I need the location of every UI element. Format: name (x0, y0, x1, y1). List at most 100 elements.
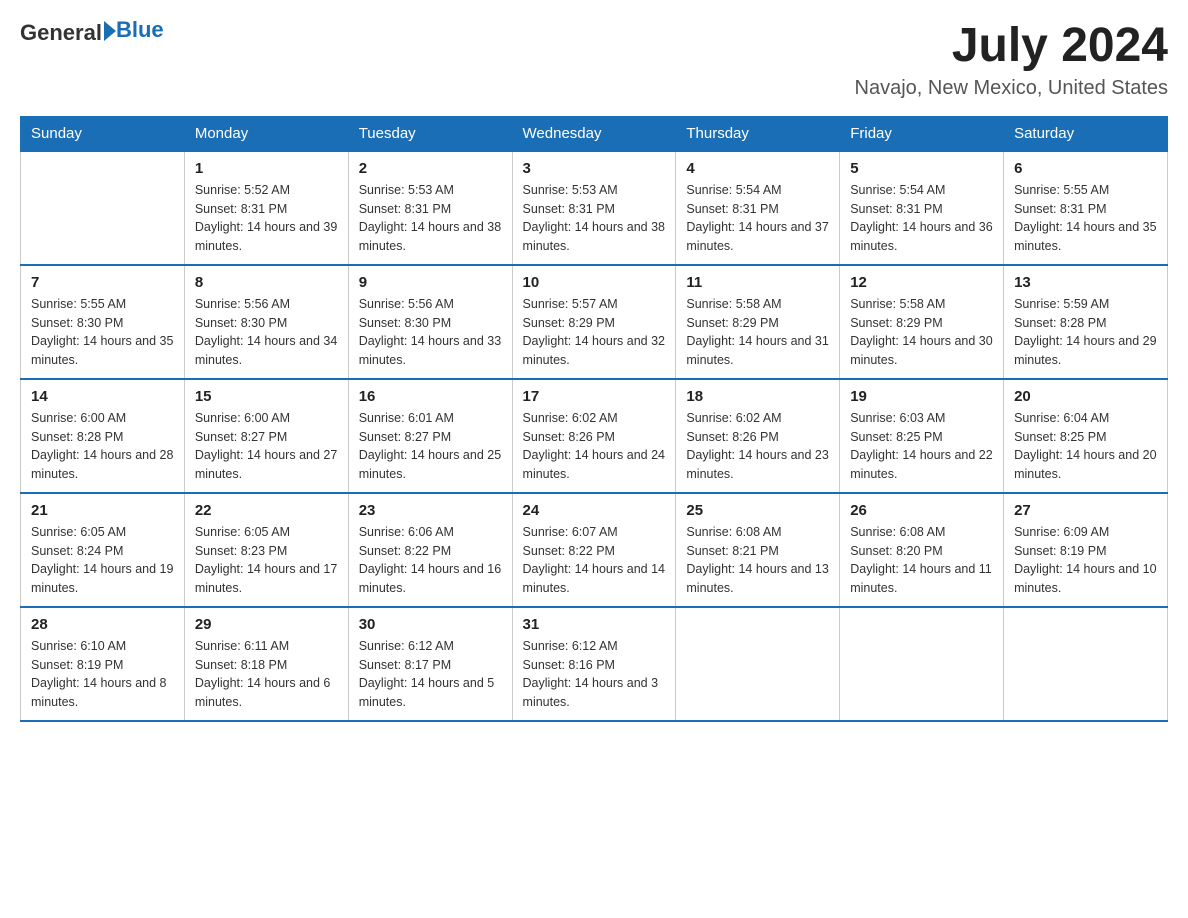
day-number: 11 (686, 274, 829, 291)
day-info: Sunrise: 6:03 AMSunset: 8:25 PMDaylight:… (850, 409, 993, 484)
day-number: 27 (1014, 502, 1157, 519)
calendar-cell: 31Sunrise: 6:12 AMSunset: 8:16 PMDayligh… (512, 607, 676, 721)
day-number: 3 (523, 160, 666, 177)
month-title: July 2024 (855, 20, 1168, 73)
calendar-cell: 29 Sunrise: 6:11 AMSunset: 8:18 PMDayligh… (184, 607, 348, 721)
day-info: Sunrise: 6:00 AMSunset: 8:28 PMDaylight:… (31, 409, 174, 484)
calendar-cell: 1 Sunrise: 5:52 AMSunset: 8:31 PMDaylight… (184, 151, 348, 265)
day-info: Sunrise: 6:02 AMSunset: 8:26 PMDaylight:… (523, 409, 666, 484)
calendar-cell: 3 Sunrise: 5:53 AMSunset: 8:31 PMDaylight… (512, 151, 676, 265)
calendar-cell: 19 Sunrise: 6:03 AMSunset: 8:25 PMDayligh… (840, 379, 1004, 493)
calendar-cell: 2 Sunrise: 5:53 AMSunset: 8:31 PMDaylight… (348, 151, 512, 265)
day-info: Sunrise: 5:55 AMSunset: 8:30 PMDaylight:… (31, 295, 174, 370)
calendar-cell (21, 151, 185, 265)
day-info: Sunrise: 5:59 AMSunset: 8:28 PMDaylight:… (1014, 295, 1157, 370)
day-info: Sunrise: 6:05 AMSunset: 8:24 PMDaylight:… (31, 523, 174, 598)
weekday-header-thursday: Thursday (676, 116, 840, 151)
day-number: 5 (850, 160, 993, 177)
day-number: 26 (850, 502, 993, 519)
day-number: 7 (31, 274, 174, 291)
logo-arrow-icon (104, 21, 116, 41)
day-number: 20 (1014, 388, 1157, 405)
day-info: Sunrise: 6:00 AMSunset: 8:27 PMDaylight:… (195, 409, 338, 484)
day-number: 6 (1014, 160, 1157, 177)
day-number: 19 (850, 388, 993, 405)
calendar-cell: 6 Sunrise: 5:55 AMSunset: 8:31 PMDaylight… (1004, 151, 1168, 265)
day-info: Sunrise: 6:11 AMSunset: 8:18 PMDaylight:… (195, 637, 338, 712)
calendar-cell: 14 Sunrise: 6:00 AMSunset: 8:28 PMDayligh… (21, 379, 185, 493)
weekday-header-friday: Friday (840, 116, 1004, 151)
calendar-cell (840, 607, 1004, 721)
calendar-cell (676, 607, 840, 721)
day-number: 18 (686, 388, 829, 405)
day-number: 21 (31, 502, 174, 519)
day-number: 4 (686, 160, 829, 177)
calendar-week-row: 7 Sunrise: 5:55 AMSunset: 8:30 PMDaylight… (21, 265, 1168, 379)
day-number: 8 (195, 274, 338, 291)
calendar-cell: 4 Sunrise: 5:54 AMSunset: 8:31 PMDaylight… (676, 151, 840, 265)
day-info: Sunrise: 5:53 AMSunset: 8:31 PMDaylight:… (359, 181, 502, 256)
day-number: 12 (850, 274, 993, 291)
weekday-header-tuesday: Tuesday (348, 116, 512, 151)
day-info: Sunrise: 5:53 AMSunset: 8:31 PMDaylight:… (523, 181, 666, 256)
calendar-cell: 12 Sunrise: 5:58 AMSunset: 8:29 PMDayligh… (840, 265, 1004, 379)
day-number: 25 (686, 502, 829, 519)
calendar-cell: 22 Sunrise: 6:05 AMSunset: 8:23 PMDayligh… (184, 493, 348, 607)
title-section: July 2024 Navajo, New Mexico, United Sta… (855, 20, 1168, 100)
calendar-cell: 10 Sunrise: 5:57 AMSunset: 8:29 PMDayligh… (512, 265, 676, 379)
calendar-table: SundayMondayTuesdayWednesdayThursdayFrid… (20, 116, 1168, 722)
day-number: 10 (523, 274, 666, 291)
day-info: Sunrise: 6:02 AMSunset: 8:26 PMDaylight:… (686, 409, 829, 484)
logo-text-blue: Blue (116, 17, 164, 43)
day-number: 13 (1014, 274, 1157, 291)
weekday-header-monday: Monday (184, 116, 348, 151)
calendar-week-row: 21 Sunrise: 6:05 AMSunset: 8:24 PMDayligh… (21, 493, 1168, 607)
day-info: Sunrise: 5:58 AMSunset: 8:29 PMDaylight:… (850, 295, 993, 370)
day-info: Sunrise: 6:09 AMSunset: 8:19 PMDaylight:… (1014, 523, 1157, 598)
day-number: 24 (523, 502, 666, 519)
logo: General Blue (20, 20, 164, 46)
day-number: 28 (31, 616, 174, 633)
day-number: 29 (195, 616, 338, 633)
day-number: 16 (359, 388, 502, 405)
day-info: Sunrise: 5:54 AMSunset: 8:31 PMDaylight:… (686, 181, 829, 256)
day-number: 17 (523, 388, 666, 405)
day-number: 14 (31, 388, 174, 405)
day-info: Sunrise: 5:58 AMSunset: 8:29 PMDaylight:… (686, 295, 829, 370)
day-number: 1 (195, 160, 338, 177)
calendar-cell: 30Sunrise: 6:12 AMSunset: 8:17 PMDayligh… (348, 607, 512, 721)
calendar-week-row: 28 Sunrise: 6:10 AMSunset: 8:19 PMDayligh… (21, 607, 1168, 721)
day-info: Sunrise: 5:55 AMSunset: 8:31 PMDaylight:… (1014, 181, 1157, 256)
day-number: 2 (359, 160, 502, 177)
day-info: Sunrise: 6:10 AMSunset: 8:19 PMDaylight:… (31, 637, 174, 712)
calendar-cell: 13 Sunrise: 5:59 AMSunset: 8:28 PMDayligh… (1004, 265, 1168, 379)
calendar-cell: 16Sunrise: 6:01 AMSunset: 8:27 PMDayligh… (348, 379, 512, 493)
calendar-cell: 17 Sunrise: 6:02 AMSunset: 8:26 PMDayligh… (512, 379, 676, 493)
location-title: Navajo, New Mexico, United States (855, 77, 1168, 100)
day-info: Sunrise: 5:57 AMSunset: 8:29 PMDaylight:… (523, 295, 666, 370)
day-info: Sunrise: 6:06 AMSunset: 8:22 PMDaylight:… (359, 523, 502, 598)
day-info: Sunrise: 6:07 AMSunset: 8:22 PMDaylight:… (523, 523, 666, 598)
day-info: Sunrise: 6:04 AMSunset: 8:25 PMDaylight:… (1014, 409, 1157, 484)
calendar-header-row: SundayMondayTuesdayWednesdayThursdayFrid… (21, 116, 1168, 151)
calendar-cell: 23Sunrise: 6:06 AMSunset: 8:22 PMDayligh… (348, 493, 512, 607)
calendar-cell: 20 Sunrise: 6:04 AMSunset: 8:25 PMDayligh… (1004, 379, 1168, 493)
calendar-cell: 15 Sunrise: 6:00 AMSunset: 8:27 PMDayligh… (184, 379, 348, 493)
day-info: Sunrise: 6:08 AMSunset: 8:21 PMDaylight:… (686, 523, 829, 598)
calendar-cell: 24 Sunrise: 6:07 AMSunset: 8:22 PMDayligh… (512, 493, 676, 607)
day-number: 30 (359, 616, 502, 633)
calendar-cell: 26Sunrise: 6:08 AMSunset: 8:20 PMDayligh… (840, 493, 1004, 607)
calendar-week-row: 14 Sunrise: 6:00 AMSunset: 8:28 PMDayligh… (21, 379, 1168, 493)
day-info: Sunrise: 5:52 AMSunset: 8:31 PMDaylight:… (195, 181, 338, 256)
weekday-header-sunday: Sunday (21, 116, 185, 151)
calendar-week-row: 1 Sunrise: 5:52 AMSunset: 8:31 PMDaylight… (21, 151, 1168, 265)
calendar-cell: 8 Sunrise: 5:56 AMSunset: 8:30 PMDaylight… (184, 265, 348, 379)
day-number: 15 (195, 388, 338, 405)
day-info: Sunrise: 6:05 AMSunset: 8:23 PMDaylight:… (195, 523, 338, 598)
day-info: Sunrise: 5:56 AMSunset: 8:30 PMDaylight:… (195, 295, 338, 370)
day-info: Sunrise: 6:12 AMSunset: 8:16 PMDaylight:… (523, 637, 666, 712)
calendar-cell: 27 Sunrise: 6:09 AMSunset: 8:19 PMDayligh… (1004, 493, 1168, 607)
calendar-cell: 28 Sunrise: 6:10 AMSunset: 8:19 PMDayligh… (21, 607, 185, 721)
day-number: 22 (195, 502, 338, 519)
calendar-cell: 5Sunrise: 5:54 AMSunset: 8:31 PMDaylight… (840, 151, 1004, 265)
